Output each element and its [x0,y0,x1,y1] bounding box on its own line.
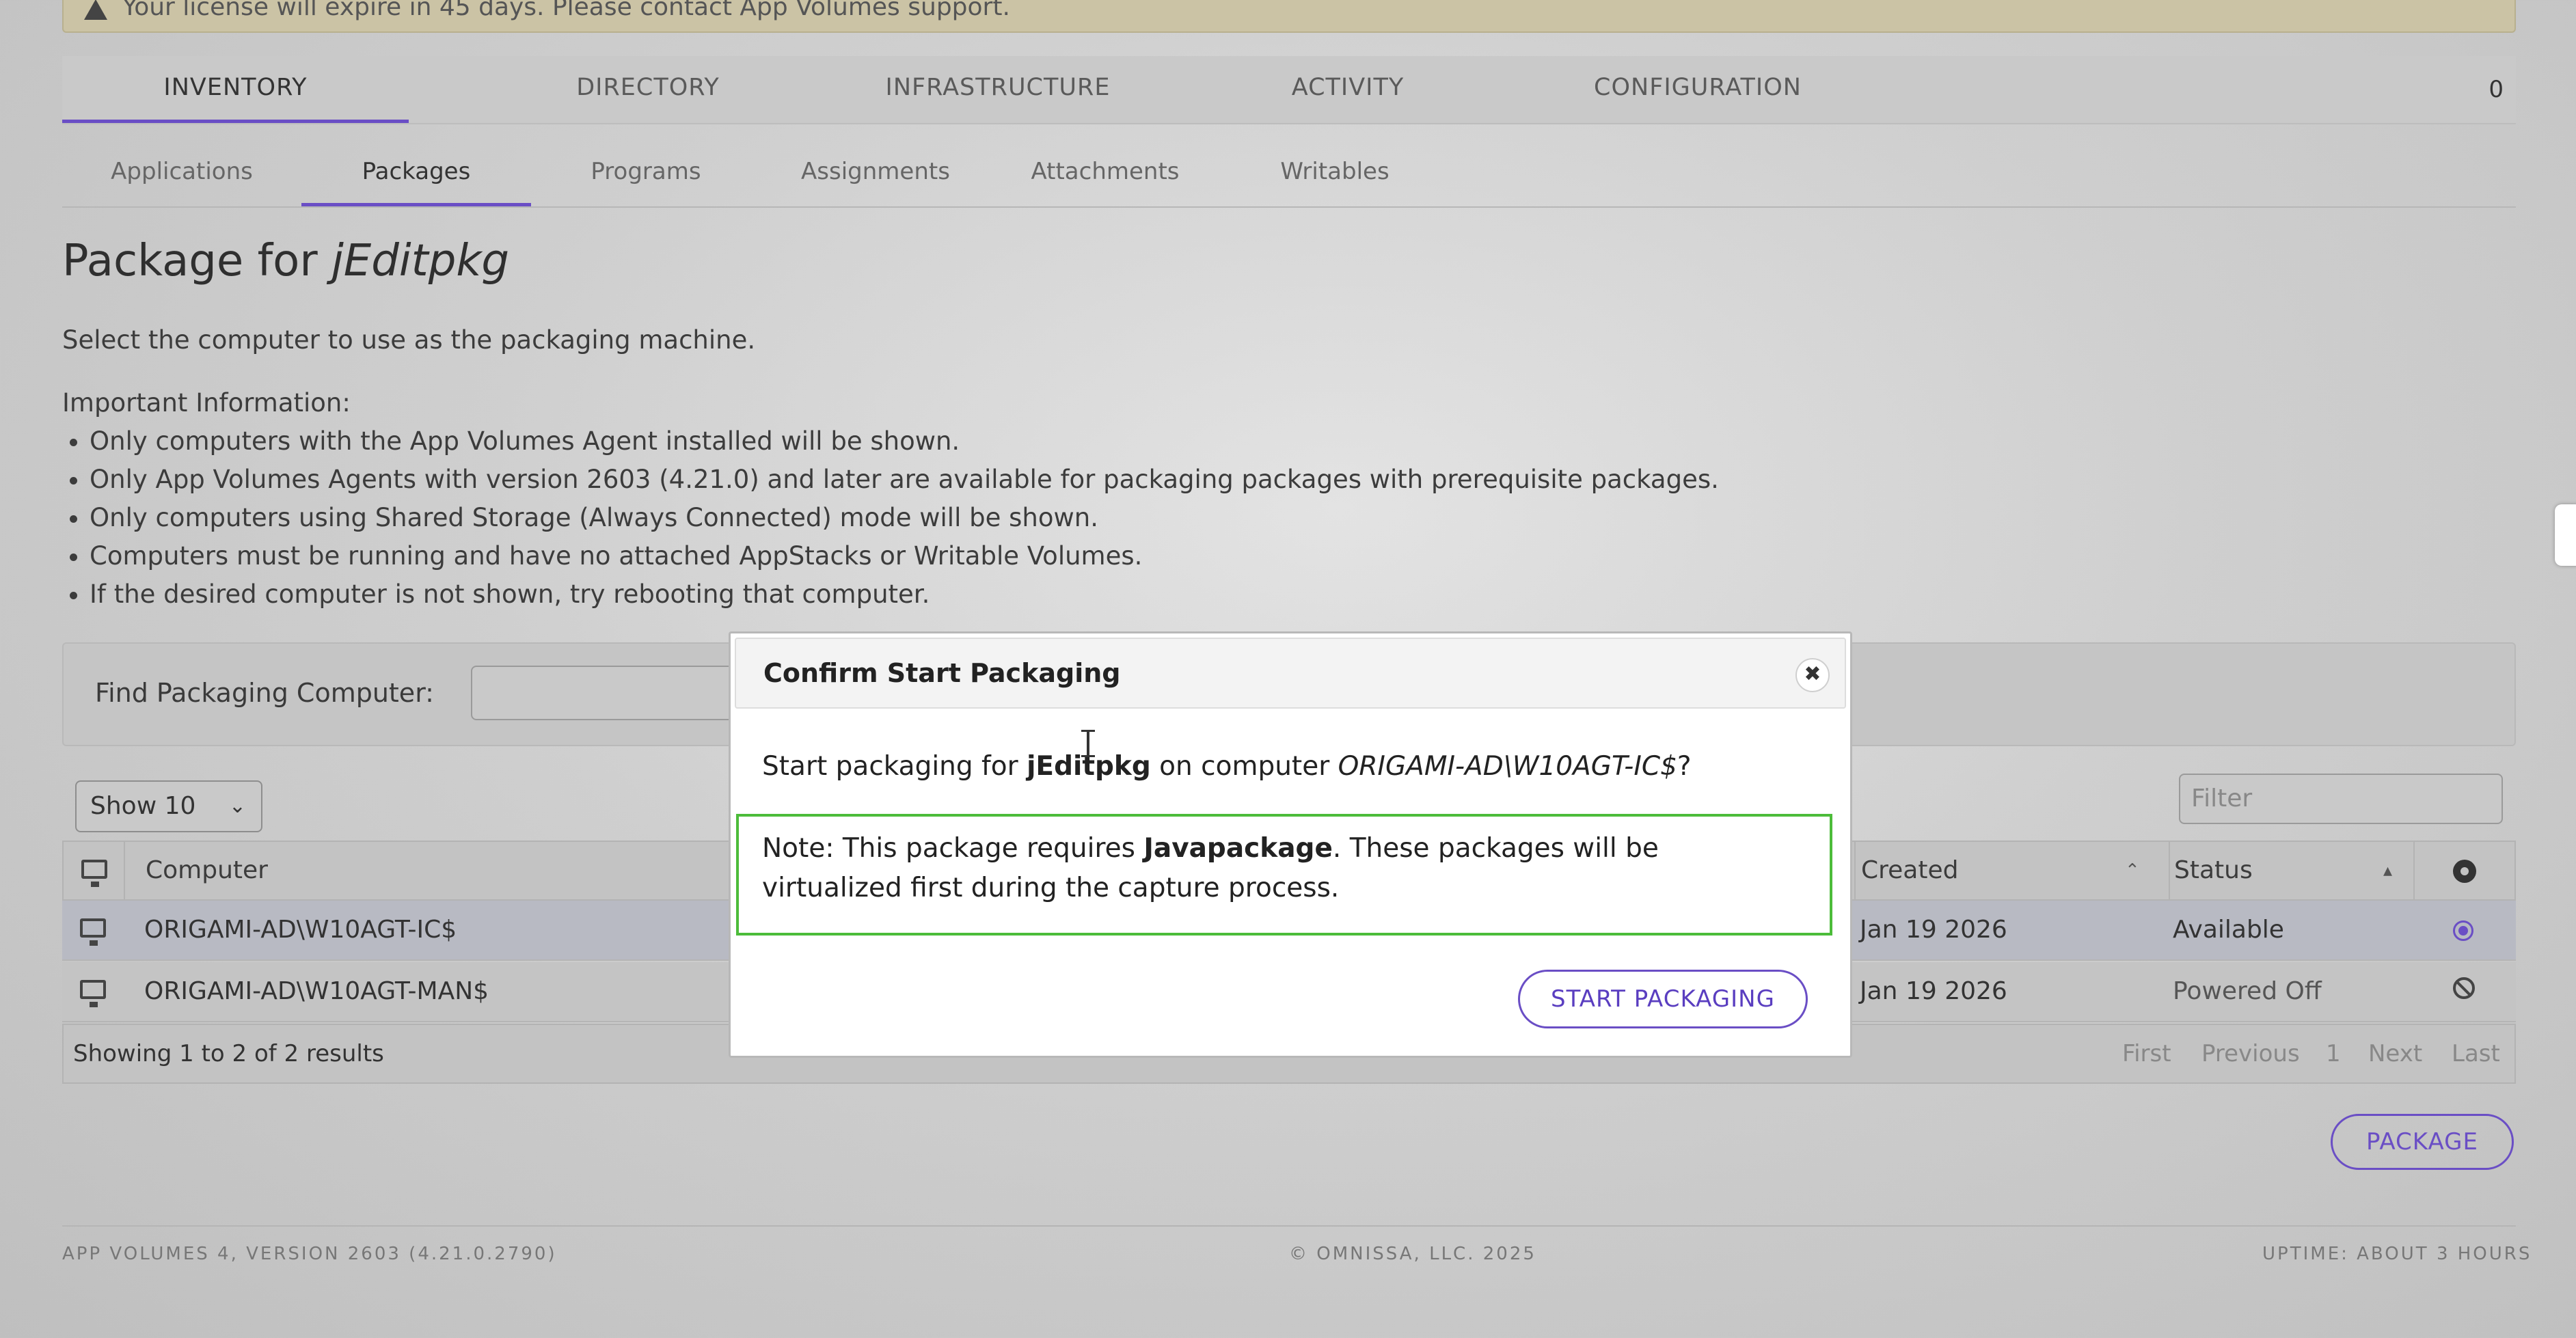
row-status: Powered Off [2173,977,2322,1005]
row-computer: ORIGAMI-AD\W10AGT-IC$ [144,916,457,944]
page-size-value: Show 10 [90,792,196,820]
page-title: Package for jEditpkg [62,236,509,286]
footer-divider [62,1225,2516,1227]
start-packaging-button[interactable]: START PACKAGING [1518,970,1808,1028]
column-status[interactable]: Status [2174,842,2253,899]
instruction-text: Select the computer to use as the packag… [62,325,756,355]
row-created: Jan 19 2026 [1860,916,2007,944]
tab-inventory[interactable]: INVENTORY [62,56,409,123]
subtab-applications[interactable]: Applications [62,141,301,206]
footer-uptime: UPTIME: ABOUT 3 HOURS [2262,1244,2532,1264]
column-computer[interactable]: Computer [146,842,268,899]
msg-mid: on computer [1150,751,1338,782]
subtab-programs[interactable]: Programs [531,141,761,206]
row-created: Jan 19 2026 [1860,977,2007,1005]
page-title-prefix: Package for [62,236,331,286]
footer-version: APP VOLUMES 4, VERSION 2603 (4.21.0.2790… [62,1244,557,1264]
info-bullet: Computers must be running and have no at… [90,537,1719,575]
pager-previous[interactable]: Previous [2201,1025,2300,1082]
important-info-list: Only computers with the App Volumes Agen… [62,422,1719,614]
prerequisite-note: Note: This package requires Javapackage.… [736,814,1832,936]
showing-results-text: Showing 1 to 2 of 2 results [73,1040,384,1067]
sort-up-icon[interactable]: ⌃ [2125,842,2140,899]
page-title-package-name: jEditpkg [331,236,509,286]
tab-activity[interactable]: ACTIVITY [1173,56,1523,123]
subtab-attachments[interactable]: Attachments [990,141,1220,206]
footer-copyright: © OMNISSA, LLC. 2025 [1289,1244,1536,1264]
chevron-down-icon: ⌄ [228,794,246,818]
pager-last[interactable]: Last [2452,1025,2500,1082]
tab-infrastructure[interactable]: INFRASTRUCTURE [823,56,1173,123]
license-warning-banner: Your license will expire in 45 days. Ple… [62,0,2516,33]
tab-configuration[interactable]: CONFIGURATION [1523,56,1873,123]
pager-page-1[interactable]: 1 [2326,1025,2341,1082]
computer-icon [80,918,106,946]
close-icon[interactable]: ✖ [1795,658,1830,692]
header-counter[interactable]: 0 [2489,56,2504,123]
pager-first[interactable]: First [2122,1025,2171,1082]
info-bullet: Only App Volumes Agents with version 260… [90,461,1719,499]
select-column-icon [2453,860,2476,883]
license-warning-text: Your license will expire in 45 days. Ple… [122,0,1010,21]
text-cursor-icon [1081,730,1095,757]
msg-computer-name: ORIGAMI-AD\W10AGT-IC$ [1338,751,1677,782]
subtab-packages[interactable]: Packages [301,141,531,206]
side-panel-handle[interactable] [2555,504,2576,566]
row-status: Available [2173,916,2284,944]
note-prefix: Note: This package requires [762,833,1144,864]
pager-next[interactable]: Next [2368,1025,2422,1082]
msg-end: ? [1677,751,1692,782]
package-button[interactable]: PACKAGE [2331,1114,2514,1170]
warning-icon [84,0,107,20]
subtab-assignments[interactable]: Assignments [761,141,990,206]
find-computer-label: Find Packaging Computer: [95,678,434,708]
confirm-start-packaging-dialog: Confirm Start Packaging ✖ Start packagin… [729,631,1852,1058]
column-created[interactable]: Created [1861,842,1958,899]
main-nav: INVENTORY DIRECTORY INFRASTRUCTURE ACTIV… [62,56,2516,124]
sort-up-icon[interactable]: ▴ [2383,842,2392,899]
dialog-title: Confirm Start Packaging [763,658,1121,688]
important-info-title: Important Information: [62,388,351,418]
row-select-radio[interactable] [2453,920,2473,941]
dialog-message: Start packaging for jEditpkg on computer… [762,751,1692,782]
unavailable-icon [2453,977,2475,999]
info-bullet: Only computers using Shared Storage (Alw… [90,499,1719,537]
row-computer: ORIGAMI-AD\W10AGT-MAN$ [144,977,489,1005]
computer-icon [81,860,107,887]
find-computer-input[interactable] [471,666,758,720]
computer-icon [80,980,106,1007]
info-bullet: If the desired computer is not shown, tr… [90,575,1719,614]
note-prereq-package: Javapackage [1143,833,1333,864]
subtab-writables[interactable]: Writables [1220,141,1450,206]
msg-prefix: Start packaging for [762,751,1027,782]
page-size-select[interactable]: Show 10 ⌄ [75,780,262,832]
sub-nav: Applications Packages Programs Assignmen… [62,141,2516,208]
dialog-header: Confirm Start Packaging ✖ [735,638,1846,709]
info-bullet: Only computers with the App Volumes Agen… [90,422,1719,461]
tab-directory[interactable]: DIRECTORY [473,56,823,123]
filter-input[interactable]: Filter [2179,774,2503,824]
